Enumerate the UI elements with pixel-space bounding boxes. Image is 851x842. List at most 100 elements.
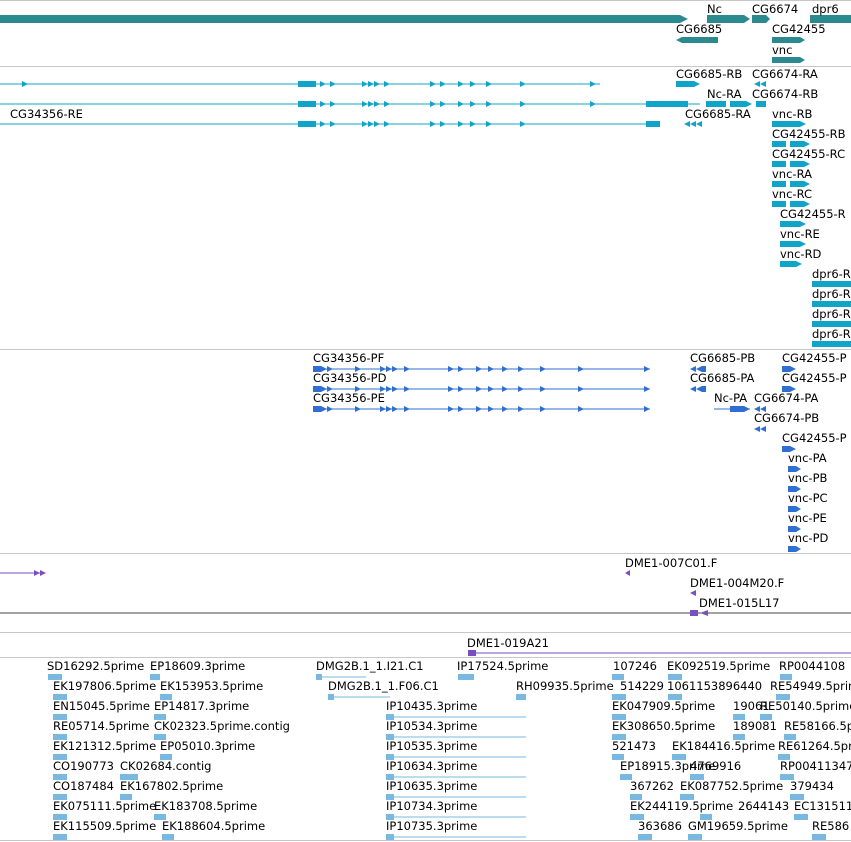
protein-label[interactable]: Nc-PA <box>714 391 747 405</box>
protein-label[interactable]: vnc-PA <box>788 451 827 465</box>
protein-label[interactable]: CG34356-PF <box>313 351 384 365</box>
est-label[interactable]: 4769916 <box>690 759 741 773</box>
gene-glyphs <box>0 15 851 63</box>
protein-label[interactable]: CG6674-PB <box>754 411 819 425</box>
est-label[interactable]: RE58166.5prime <box>784 719 851 733</box>
est-label[interactable]: RP0044108 <box>779 659 845 673</box>
est-label[interactable]: EK047909.5prime <box>612 699 715 713</box>
est-label[interactable]: RH09935.5prime <box>516 679 614 693</box>
protein-label[interactable]: vnc-PE <box>788 511 827 525</box>
est-label[interactable]: EP18609.3prime <box>150 659 245 673</box>
mrna-label[interactable]: dpr6-R <box>812 327 851 341</box>
est-label[interactable]: CK02684.contig <box>120 759 211 773</box>
mrna-label[interactable]: CG6674-RB <box>752 87 818 101</box>
clone-label[interactable]: DME1-007C01.F <box>625 556 717 570</box>
est-label[interactable]: IP10735.3prime <box>386 819 477 833</box>
mrna-label[interactable]: CG42455-R <box>780 207 846 221</box>
est-label[interactable]: EP14817.3prime <box>154 699 249 713</box>
mrna-label[interactable]: vnc-RD <box>780 247 821 261</box>
clone-label[interactable]: DME1-019A21 <box>467 636 549 650</box>
est-label[interactable]: EK197806.5prime <box>53 679 156 693</box>
est-label[interactable]: 367262 <box>630 779 674 793</box>
est-label[interactable]: IP17524.5prime <box>457 659 548 673</box>
clone-label[interactable]: DME1-015L17 <box>699 596 780 610</box>
est-label[interactable]: CK02323.5prime.contig <box>154 719 290 733</box>
gene-label[interactable]: CG6674 <box>752 2 798 16</box>
est-label[interactable]: DMG2B.1_1.I21.C1 <box>316 659 424 673</box>
mrna-label[interactable]: CG6685-RB <box>676 67 742 81</box>
est-label[interactable]: EK188604.5prime <box>162 819 265 833</box>
protein-label[interactable]: CG42455-P <box>782 431 847 445</box>
est-label[interactable]: 379434 <box>790 779 834 793</box>
mrna-track: CG6685-RB CG6674-RA Nc-RA CG6674-RB CG34… <box>0 66 851 349</box>
protein-label[interactable]: CG42455-P <box>782 371 847 385</box>
est-label[interactable]: 514229 <box>620 679 664 693</box>
est-label[interactable]: SD16292.5prime <box>47 659 144 673</box>
mrna-label[interactable]: CG34356-RE <box>10 107 83 121</box>
mrna-label[interactable]: vnc-RB <box>772 107 812 121</box>
est-label[interactable]: IP10534.3prime <box>386 719 477 733</box>
est-label[interactable]: EK244119.5prime <box>630 799 733 813</box>
est-label[interactable]: IP10535.3prime <box>386 739 477 753</box>
mrna-label[interactable]: dpr6-R <box>812 287 851 301</box>
est-label[interactable]: EC131511 <box>794 799 851 813</box>
mrna-label[interactable]: vnc-RC <box>772 187 812 201</box>
est-label[interactable]: RE61264.5prime <box>778 739 851 753</box>
est-label[interactable]: EK121312.5prime <box>53 739 156 753</box>
mrna-label[interactable]: dpr6-R <box>812 267 851 281</box>
est-label[interactable]: CO187484 <box>53 779 114 793</box>
protein-label[interactable]: vnc-PC <box>788 491 828 505</box>
est-label[interactable]: RP00411347 <box>780 759 851 773</box>
est-label[interactable]: EK153953.5prime <box>160 679 263 693</box>
mrna-label[interactable]: vnc-RE <box>780 227 820 241</box>
protein-label[interactable]: vnc-PB <box>788 471 827 485</box>
protein-label[interactable]: CG6685-PB <box>690 351 755 365</box>
protein-label[interactable]: CG6685-PA <box>690 371 754 385</box>
protein-label[interactable]: CG42455-P <box>782 351 847 365</box>
mrna-label[interactable]: CG6685-RA <box>685 107 751 121</box>
mrna-label[interactable]: CG6674-RA <box>752 67 818 81</box>
est-label[interactable]: EK183708.5prime <box>154 799 257 813</box>
protein-label[interactable]: CG34356-PD <box>313 371 386 385</box>
est-label[interactable]: RE50140.5prime <box>760 699 851 713</box>
est-label[interactable]: EN15045.5prime <box>53 699 150 713</box>
mrna-label[interactable]: CG42455-RC <box>772 147 845 161</box>
est-label[interactable]: 107246 <box>613 659 657 673</box>
est-label[interactable]: 521473 <box>612 739 656 753</box>
est-label[interactable]: EK184416.5prime <box>672 739 775 753</box>
est-label[interactable]: EK075111.5prime <box>53 799 156 813</box>
gene-label[interactable]: Nc <box>707 2 722 16</box>
est-label[interactable]: EP05010.3prime <box>160 739 255 753</box>
gene-label[interactable]: vnc <box>772 43 792 57</box>
est-label[interactable]: IP10635.3prime <box>386 779 477 793</box>
gene-label[interactable]: CG6685 <box>676 22 722 36</box>
est-label[interactable]: 2644143 <box>738 799 789 813</box>
protein-label[interactable]: CG6674-PA <box>754 391 818 405</box>
est-label[interactable]: IP10634.3prime <box>386 759 477 773</box>
est-label[interactable]: EK092519.5prime <box>667 659 770 673</box>
est-label[interactable]: RE54949.5prime <box>770 679 851 693</box>
est-label[interactable]: DMG2B.1_1.F06.C1 <box>328 679 439 693</box>
est-label[interactable]: GM19659.5prime <box>688 819 788 833</box>
est-label[interactable]: EK115509.5prime <box>53 819 156 833</box>
protein-label[interactable]: vnc-PD <box>788 531 828 545</box>
est-label[interactable]: EK087752.5prime <box>680 779 783 793</box>
clone-label[interactable]: DME1-004M20.F <box>690 576 784 590</box>
est-label[interactable]: RE05714.5prime <box>53 719 149 733</box>
protein-label[interactable]: CG34356-PE <box>313 391 385 405</box>
est-label[interactable]: IP10734.3prime <box>386 799 477 813</box>
mrna-label[interactable]: vnc-RA <box>772 167 812 181</box>
est-label[interactable]: 189081 <box>733 719 777 733</box>
est-label[interactable]: 363686 <box>638 819 682 833</box>
est-label[interactable]: CO190773 <box>53 759 114 773</box>
est-label[interactable]: EK308650.5prime <box>612 719 715 733</box>
gene-label[interactable]: CG42455 <box>772 22 826 36</box>
est-label[interactable]: EK167802.5prime <box>120 779 223 793</box>
mrna-label[interactable]: Nc-RA <box>707 87 741 101</box>
mrna-label[interactable]: CG42455-RB <box>772 127 846 141</box>
est-label[interactable]: IP10435.3prime <box>386 699 477 713</box>
est-label[interactable]: 1061153896440 <box>667 679 762 693</box>
gene-label[interactable]: dpr6 <box>812 2 839 16</box>
mrna-label[interactable]: dpr6-R <box>812 307 851 321</box>
est-label[interactable]: RE586 <box>812 819 849 833</box>
